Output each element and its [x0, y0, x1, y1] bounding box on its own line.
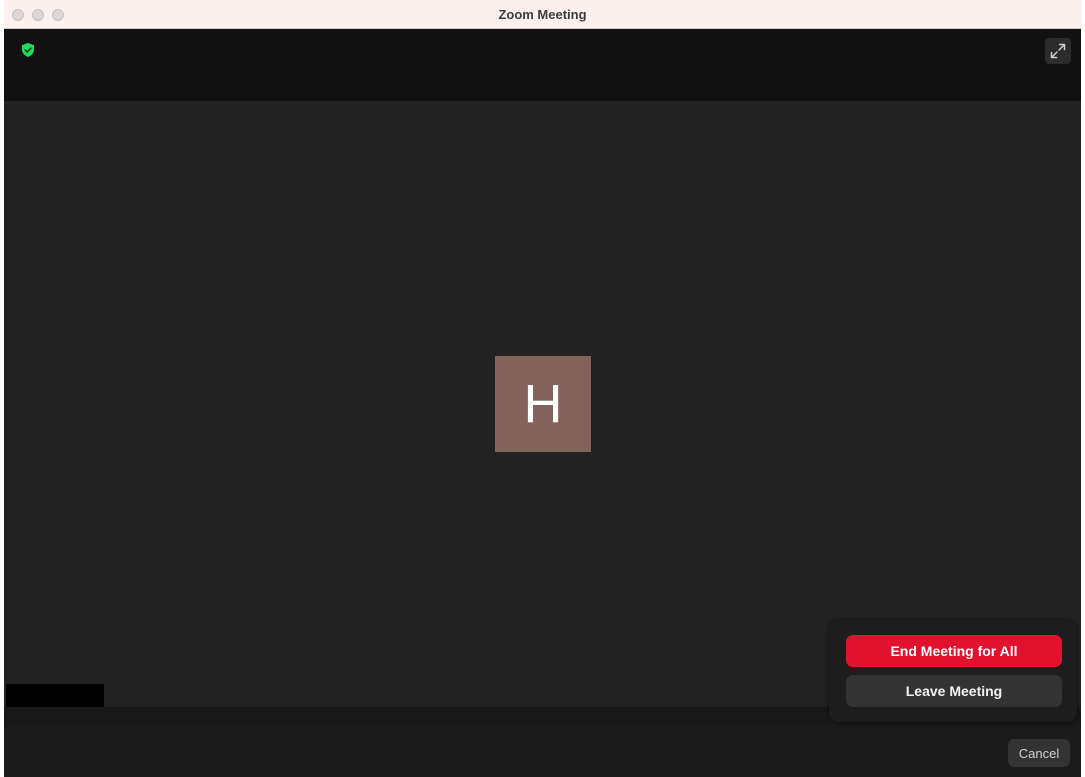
fullscreen-button[interactable] — [1045, 38, 1071, 64]
window-title: Zoom Meeting — [498, 7, 587, 22]
shield-check-icon[interactable] — [20, 42, 36, 58]
participant-name-tag — [6, 684, 104, 707]
cancel-button[interactable]: Cancel — [1008, 739, 1070, 767]
participant-avatar: H — [495, 356, 591, 452]
meeting-controls-bar: Cancel — [4, 726, 1081, 777]
end-meeting-for-all-button[interactable]: End Meeting for All — [846, 635, 1062, 667]
leave-meeting-button[interactable]: Leave Meeting — [846, 675, 1062, 707]
zoom-window: Zoom Meeting H Cancel End Meeting for Al… — [4, 0, 1081, 777]
end-meeting-popup: End Meeting for All Leave Meeting — [829, 620, 1077, 722]
video-stage: H — [4, 101, 1081, 707]
meeting-top-bar — [4, 29, 1081, 101]
title-bar: Zoom Meeting — [4, 0, 1081, 29]
